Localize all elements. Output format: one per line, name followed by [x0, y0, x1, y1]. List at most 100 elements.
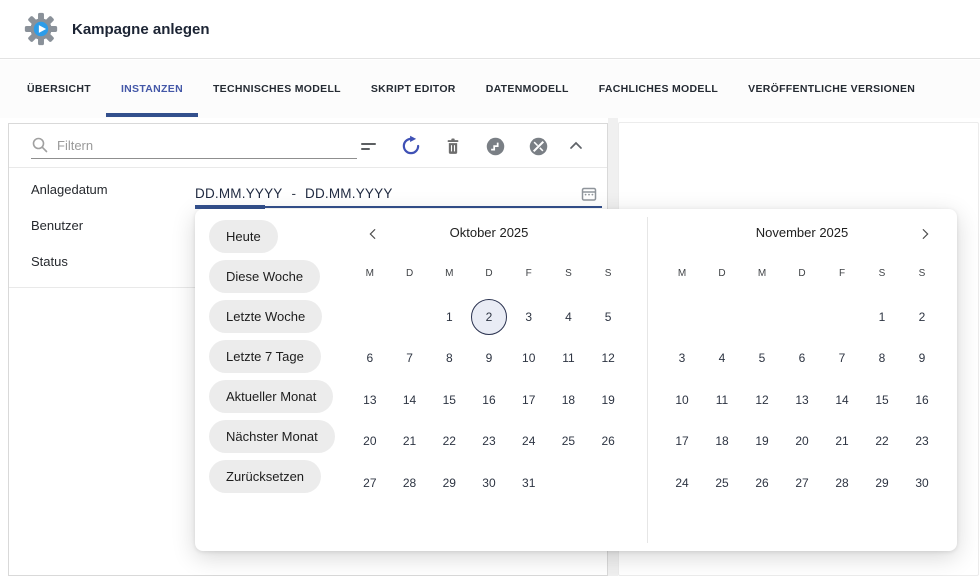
sort-icon[interactable] — [355, 132, 383, 160]
quick-option-letzte-7-tage[interactable]: Letzte 7 Tage — [209, 340, 321, 373]
day-cell[interactable]: 9 — [902, 338, 942, 380]
day-cell[interactable]: 8 — [862, 338, 902, 380]
day-cell-empty — [702, 296, 742, 338]
day-cell[interactable]: 27 — [782, 462, 822, 504]
day-cell[interactable]: 10 — [662, 379, 702, 421]
tab-technisches-modell[interactable]: TECHNISCHES MODELL — [198, 60, 356, 118]
day-cell[interactable]: 11 — [702, 379, 742, 421]
next-month-button[interactable] — [914, 223, 936, 245]
day-cell-empty — [549, 462, 589, 504]
day-cell[interactable]: 3 — [662, 338, 702, 380]
tab-instanzen[interactable]: INSTANZEN — [106, 60, 198, 118]
day-grid: 1234567891011121314151617181920212223242… — [350, 296, 628, 504]
collapse-icon[interactable] — [562, 132, 590, 160]
search-field[interactable] — [31, 131, 357, 159]
day-cell[interactable]: 2 — [902, 296, 942, 338]
quick-option-aktueller-monat[interactable]: Aktueller Monat — [209, 380, 333, 413]
delete-icon[interactable] — [439, 132, 467, 160]
day-cell[interactable]: 28 — [822, 462, 862, 504]
day-cell[interactable]: 12 — [588, 338, 628, 380]
day-number: 16 — [471, 382, 507, 418]
calendar-icon[interactable] — [578, 183, 600, 205]
tab-ubersicht[interactable]: ÜBERSICHT — [12, 60, 106, 118]
date-start-value[interactable]: DD.MM.YYYY — [195, 186, 283, 201]
day-cell[interactable]: 31 — [509, 462, 549, 504]
day-cell[interactable]: 20 — [782, 421, 822, 463]
day-number: 1 — [864, 299, 900, 335]
day-cell[interactable]: 21 — [822, 421, 862, 463]
day-number: 15 — [864, 382, 900, 418]
quick-option-diese-woche[interactable]: Diese Woche — [209, 260, 320, 293]
day-number: 17 — [511, 382, 547, 418]
day-cell[interactable]: 24 — [509, 421, 549, 463]
day-cell[interactable]: 7 — [390, 338, 430, 380]
day-cell[interactable]: 8 — [429, 338, 469, 380]
day-cell[interactable]: 16 — [902, 379, 942, 421]
day-cell[interactable]: 5 — [742, 338, 782, 380]
refresh-icon[interactable] — [397, 132, 425, 160]
weekday-label: D — [469, 268, 509, 279]
day-cell[interactable]: 6 — [350, 338, 390, 380]
day-cell[interactable]: 1 — [862, 296, 902, 338]
tab-fachliches-modell[interactable]: FACHLICHES MODELL — [584, 60, 733, 118]
tab-skript-editor[interactable]: SKRIPT EDITOR — [356, 60, 471, 118]
day-cell[interactable]: 28 — [390, 462, 430, 504]
day-cell[interactable]: 19 — [588, 379, 628, 421]
day-cell[interactable]: 21 — [390, 421, 430, 463]
search-input[interactable] — [57, 134, 353, 156]
day-cell[interactable]: 22 — [429, 421, 469, 463]
day-cell[interactable]: 10 — [509, 338, 549, 380]
day-cell[interactable]: 30 — [902, 462, 942, 504]
day-cell[interactable]: 26 — [742, 462, 782, 504]
day-number: 1 — [431, 299, 467, 335]
day-cell[interactable]: 24 — [662, 462, 702, 504]
day-cell[interactable]: 26 — [588, 421, 628, 463]
day-cell[interactable]: 29 — [862, 462, 902, 504]
day-cell[interactable]: 15 — [429, 379, 469, 421]
day-cell[interactable]: 2 — [469, 296, 509, 338]
day-cell[interactable]: 30 — [469, 462, 509, 504]
day-cell[interactable]: 14 — [390, 379, 430, 421]
route-icon[interactable] — [481, 132, 509, 160]
day-cell[interactable]: 13 — [782, 379, 822, 421]
day-cell[interactable]: 19 — [742, 421, 782, 463]
tab-veroffentliche-versionen[interactable]: VERÖFFENTLICHE VERSIONEN — [733, 60, 930, 118]
date-range-input[interactable]: DD.MM.YYYY - DD.MM.YYYY — [195, 180, 602, 208]
day-cell[interactable]: 25 — [549, 421, 589, 463]
day-cell[interactable]: 7 — [822, 338, 862, 380]
day-cell[interactable]: 3 — [509, 296, 549, 338]
day-cell[interactable]: 14 — [822, 379, 862, 421]
day-cell[interactable]: 4 — [702, 338, 742, 380]
day-cell[interactable]: 11 — [549, 338, 589, 380]
day-number: 13 — [352, 382, 388, 418]
day-cell[interactable]: 22 — [862, 421, 902, 463]
tab-datenmodell[interactable]: DATENMODELL — [471, 60, 584, 118]
day-cell[interactable]: 23 — [469, 421, 509, 463]
day-cell[interactable]: 6 — [782, 338, 822, 380]
day-number — [352, 299, 388, 335]
day-cell[interactable]: 29 — [429, 462, 469, 504]
quick-option-letzte-woche[interactable]: Letzte Woche — [209, 300, 322, 333]
day-cell[interactable]: 15 — [862, 379, 902, 421]
day-cell[interactable]: 20 — [350, 421, 390, 463]
quick-option-zurucksetzen[interactable]: Zurücksetzen — [209, 460, 321, 493]
day-cell[interactable]: 17 — [509, 379, 549, 421]
day-cell[interactable]: 12 — [742, 379, 782, 421]
day-cell[interactable]: 13 — [350, 379, 390, 421]
day-cell[interactable]: 23 — [902, 421, 942, 463]
route-disabled-icon[interactable] — [524, 132, 552, 160]
day-cell[interactable]: 16 — [469, 379, 509, 421]
day-cell[interactable]: 18 — [702, 421, 742, 463]
day-cell[interactable]: 4 — [549, 296, 589, 338]
day-cell[interactable]: 18 — [549, 379, 589, 421]
day-cell[interactable]: 1 — [429, 296, 469, 338]
day-cell[interactable]: 27 — [350, 462, 390, 504]
quick-option-nachster-monat[interactable]: Nächster Monat — [209, 420, 335, 453]
day-cell[interactable]: 5 — [588, 296, 628, 338]
date-range-value: DD.MM.YYYY - DD.MM.YYYY — [195, 180, 393, 206]
quick-option-heute[interactable]: Heute — [209, 220, 278, 253]
date-end-value[interactable]: DD.MM.YYYY — [305, 186, 393, 201]
day-cell[interactable]: 25 — [702, 462, 742, 504]
day-cell[interactable]: 9 — [469, 338, 509, 380]
day-cell[interactable]: 17 — [662, 421, 702, 463]
